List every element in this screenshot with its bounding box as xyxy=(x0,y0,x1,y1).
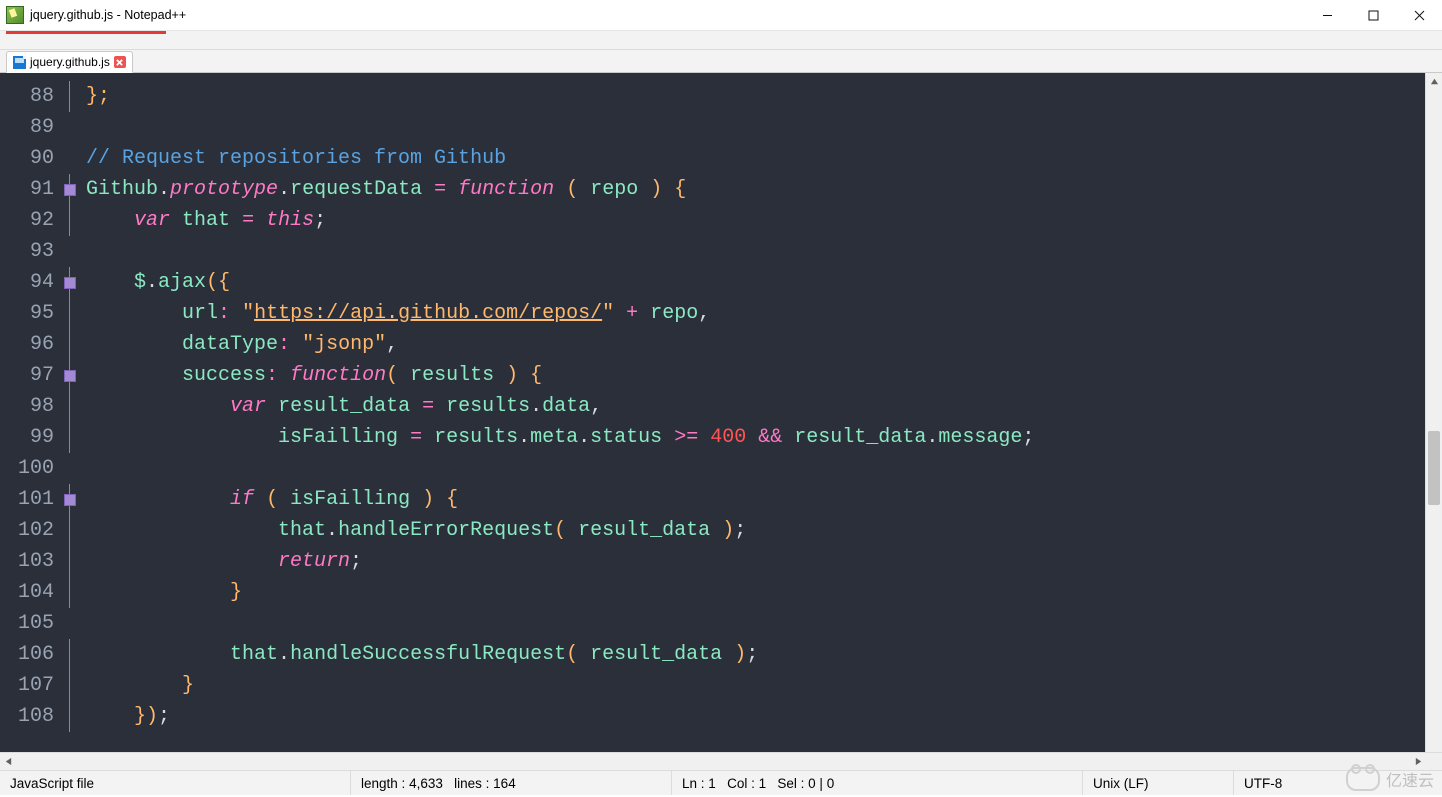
tab-label: jquery.github.js xyxy=(30,55,110,69)
toolbar-collapsed xyxy=(0,31,1442,50)
window-controls xyxy=(1304,0,1442,30)
tab-bar: jquery.github.js xyxy=(0,50,1442,73)
scroll-corner xyxy=(1426,753,1442,770)
status-bar: JavaScript file length : 4,633 lines : 1… xyxy=(0,770,1442,795)
vertical-scrollbar[interactable] xyxy=(1425,73,1442,776)
code-area[interactable]: }; // Request repositories from Github G… xyxy=(78,73,1425,776)
editor: 88 89 90 91 92 93 94 95 96 97 98 99 100 … xyxy=(0,73,1442,776)
line-number-gutter[interactable]: 88 89 90 91 92 93 94 95 96 97 98 99 100 … xyxy=(0,73,62,776)
title-bar: jquery.github.js - Notepad++ xyxy=(0,0,1442,31)
close-button[interactable] xyxy=(1396,0,1442,30)
scroll-track[interactable] xyxy=(1426,89,1442,760)
tab-close-button[interactable] xyxy=(114,56,126,68)
tab-file[interactable]: jquery.github.js xyxy=(6,51,133,73)
fold-column[interactable] xyxy=(62,73,78,776)
window-title: jquery.github.js - Notepad++ xyxy=(30,8,186,22)
maximize-button[interactable] xyxy=(1350,0,1396,30)
horizontal-scrollbar[interactable] xyxy=(0,752,1442,770)
scroll-thumb[interactable] xyxy=(1428,431,1440,505)
status-encoding: UTF-8 xyxy=(1234,771,1292,795)
status-length: length : 4,633 lines : 164 xyxy=(351,771,672,795)
minimize-button[interactable] xyxy=(1304,0,1350,30)
status-filetype: JavaScript file xyxy=(0,771,351,795)
status-eol: Unix (LF) xyxy=(1083,771,1234,795)
hscroll-track[interactable] xyxy=(16,753,1410,770)
scroll-left-icon[interactable] xyxy=(0,753,16,770)
scroll-right-icon[interactable] xyxy=(1410,753,1426,770)
scroll-up-icon[interactable] xyxy=(1426,73,1442,89)
status-caret: Ln : 1 Col : 1 Sel : 0 | 0 xyxy=(672,771,1083,795)
save-icon xyxy=(13,56,26,69)
app-icon xyxy=(6,6,24,24)
